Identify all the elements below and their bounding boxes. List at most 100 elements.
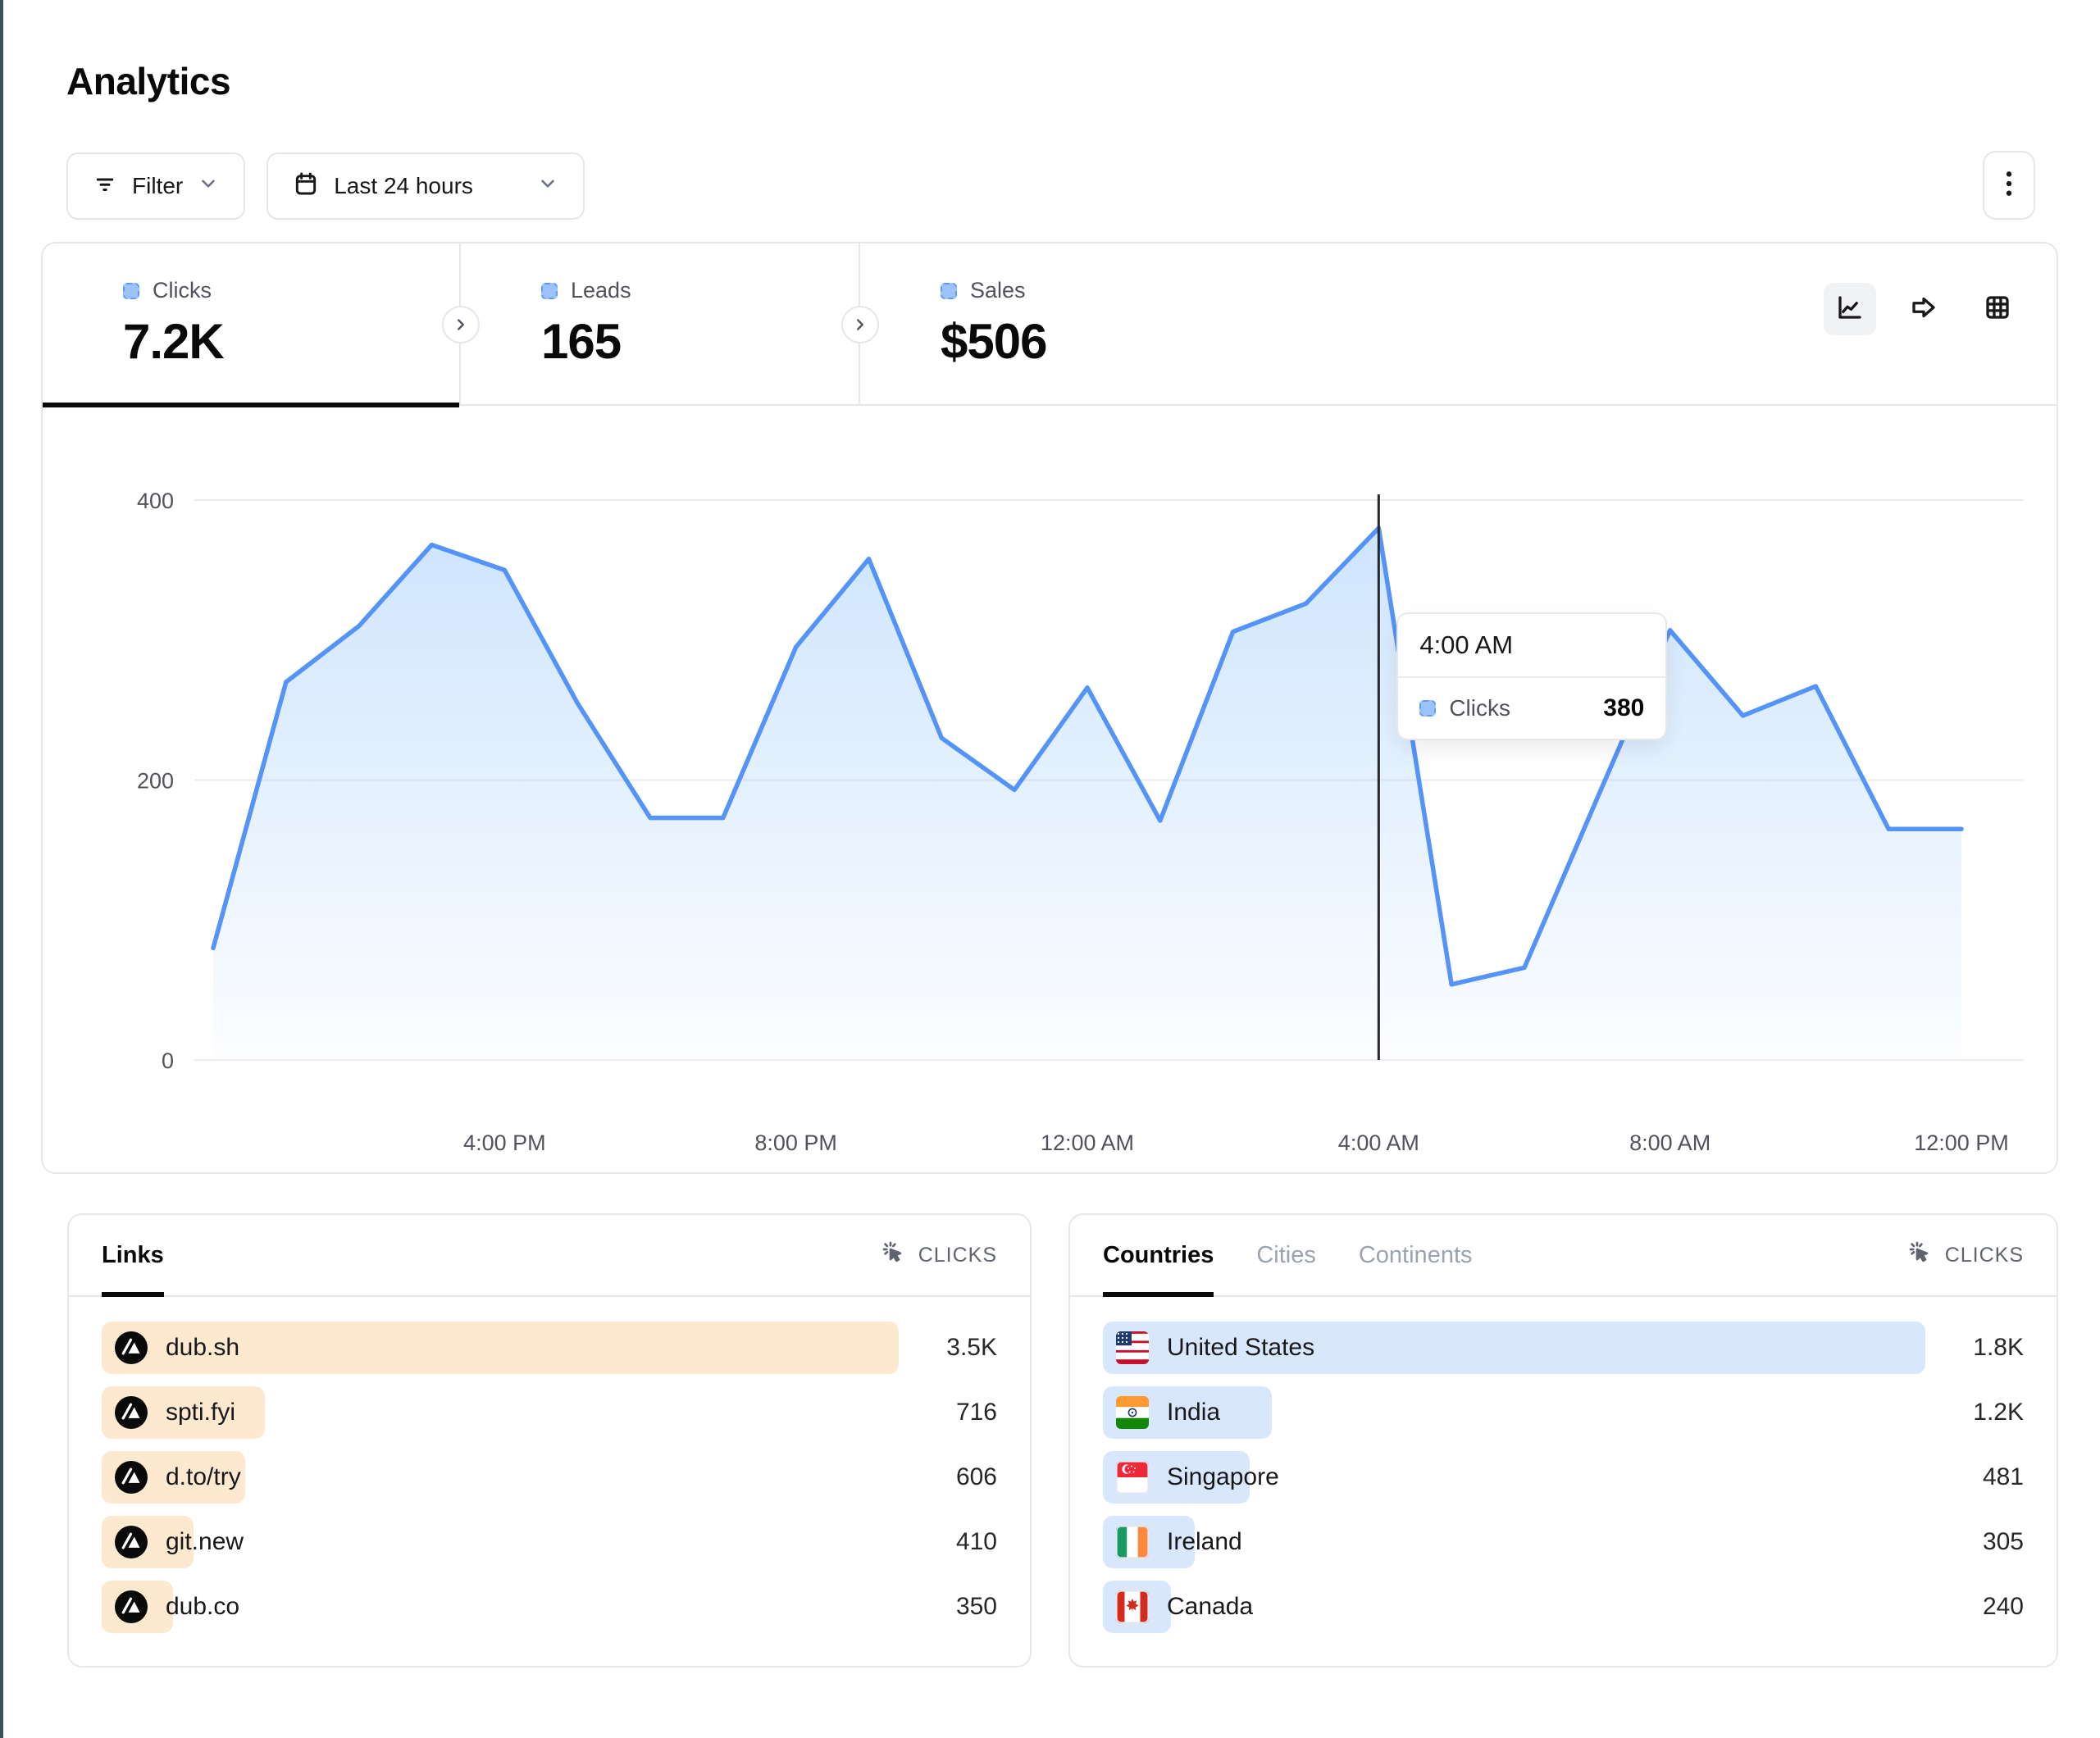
list-item-value: 606 <box>956 1451 997 1504</box>
line-chart-view-button[interactable] <box>1824 283 1876 335</box>
flag-us-icon <box>1116 1331 1149 1364</box>
countries-metric[interactable]: CLICKS <box>1907 1240 2024 1272</box>
filter-lines-icon <box>93 171 117 202</box>
svg-text:4:00 AM: 4:00 AM <box>1338 1131 1419 1155</box>
stat-tab-leads[interactable]: Leads 165 <box>461 243 860 404</box>
list-item-value: 481 <box>1983 1451 2024 1504</box>
flag-ie-icon <box>1116 1526 1149 1558</box>
countries-metric-label: CLICKS <box>1945 1244 2024 1267</box>
list-item-label: dub.sh <box>166 1334 239 1362</box>
svg-text:8:00 PM: 8:00 PM <box>754 1131 837 1155</box>
toolbar: Filter Last 24 hours <box>66 152 585 220</box>
list-item-value: 716 <box>956 1386 997 1439</box>
calendar-icon <box>293 171 319 202</box>
chart-view-switcher <box>1824 283 2024 335</box>
links-panel-header: Links CLICKS <box>69 1215 1030 1297</box>
page-title: Analytics <box>66 59 230 103</box>
stat-legend-square <box>541 283 558 299</box>
filter-button[interactable]: Filter <box>66 152 245 220</box>
flag-sg-icon <box>1116 1461 1149 1494</box>
list-item-label: d.to/try <box>166 1463 241 1491</box>
svg-text:200: 200 <box>137 769 174 794</box>
more-options-button[interactable] <box>1983 151 2035 220</box>
list-item-value: 1.2K <box>1973 1386 2024 1439</box>
cursor-click-icon <box>1907 1240 1934 1272</box>
links-tab-links[interactable]: Links <box>102 1215 164 1295</box>
cursor-click-icon <box>881 1240 907 1272</box>
links-list: dub.sh 3.5K spti.fyi 716 d.to/try 606 git.new 4… <box>69 1297 1030 1633</box>
table-view-button[interactable] <box>1971 283 2024 335</box>
list-item-dub-co[interactable]: dub.co 350 <box>102 1581 997 1633</box>
countries-panel-header: Countries Cities Continents CLICKS <box>1070 1215 2057 1297</box>
list-item-value: 1.8K <box>1973 1322 2024 1374</box>
tooltip-series-label: Clicks <box>1449 695 1510 721</box>
clicks-area-chart[interactable]: 02004004:00 PM8:00 PM12:00 AM4:00 AM8:00… <box>43 406 2057 1172</box>
list-item-united-states[interactable]: United States1.8K <box>1103 1322 2024 1374</box>
date-range-button[interactable]: Last 24 hours <box>266 152 585 220</box>
stat-legend-square <box>941 283 957 299</box>
links-tabs: Links <box>102 1215 164 1295</box>
svg-text:12:00 AM: 12:00 AM <box>1041 1131 1134 1155</box>
countries-panel: Countries Cities Continents CLICKS United … <box>1068 1213 2058 1667</box>
geo-tabs: Countries Cities Continents <box>1103 1215 1473 1295</box>
flag-in-icon <box>1116 1396 1149 1429</box>
filter-button-label: Filter <box>132 173 183 199</box>
geo-tab-countries[interactable]: Countries <box>1103 1215 1214 1295</box>
list-item-india[interactable]: India 1.2K <box>1103 1386 2024 1439</box>
flag-ca-icon <box>1116 1590 1149 1623</box>
list-item-value: 305 <box>1983 1516 2024 1568</box>
stat-value: 7.2K <box>123 313 459 370</box>
geo-tab-cities[interactable]: Cities <box>1256 1215 1316 1295</box>
svg-text:400: 400 <box>137 489 174 513</box>
line-chart-icon <box>1835 293 1865 326</box>
stats-row: Clicks7.2KLeads165Sales$506 <box>43 243 2057 406</box>
kebab-menu-icon <box>1997 167 2021 204</box>
stat-legend-square <box>123 283 139 299</box>
analytics-chart-card: Clicks7.2KLeads165Sales$506 <box>41 242 2058 1174</box>
funnel-view-button[interactable] <box>1897 283 1950 335</box>
svg-text:12:00 PM: 12:00 PM <box>1914 1131 2009 1155</box>
stat-value: 165 <box>541 313 859 370</box>
dub-logo-icon <box>115 1396 148 1429</box>
list-item-value: 350 <box>956 1581 997 1633</box>
svg-text:0: 0 <box>162 1049 174 1073</box>
list-item-value: 410 <box>956 1516 997 1568</box>
list-item-label: Singapore <box>1167 1463 1279 1491</box>
list-item-spti-fyi[interactable]: spti.fyi 716 <box>102 1386 997 1439</box>
page-left-edge <box>0 0 3 1738</box>
list-item-dub-sh[interactable]: dub.sh 3.5K <box>102 1322 997 1374</box>
tooltip-value: 380 <box>1603 694 1644 722</box>
stat-expand-button[interactable] <box>442 306 480 344</box>
links-metric[interactable]: CLICKS <box>881 1240 997 1272</box>
list-item-singapore[interactable]: Singapore 481 <box>1103 1451 2024 1504</box>
list-item-canada[interactable]: Canada 240 <box>1103 1581 2024 1633</box>
list-item-label: Canada <box>1167 1593 1253 1621</box>
dub-logo-icon <box>115 1590 148 1623</box>
list-item-git-new[interactable]: git.new 410 <box>102 1516 997 1568</box>
list-item-ireland[interactable]: Ireland 305 <box>1103 1516 2024 1568</box>
stat-label: Sales <box>970 278 1026 303</box>
list-item-label: dub.co <box>166 1593 239 1621</box>
list-item-label: India <box>1167 1399 1220 1426</box>
stat-label: Leads <box>571 278 631 303</box>
dub-logo-icon <box>115 1461 148 1494</box>
list-item-value: 240 <box>1983 1581 2024 1633</box>
chevron-down-icon <box>198 173 219 200</box>
geo-tab-continents[interactable]: Continents <box>1359 1215 1473 1295</box>
clicks-legend-square <box>1419 700 1436 717</box>
dub-logo-icon <box>115 1526 148 1558</box>
stat-label: Clicks <box>153 278 212 303</box>
list-item-label: git.new <box>166 1528 244 1556</box>
list-item-value: 3.5K <box>946 1322 997 1374</box>
svg-text:4:00 PM: 4:00 PM <box>463 1131 546 1155</box>
table-grid-icon <box>1983 293 2012 326</box>
tooltip-time: 4:00 AM <box>1398 614 1665 678</box>
list-item-d-to-try[interactable]: d.to/try 606 <box>102 1451 997 1504</box>
list-item-label: spti.fyi <box>166 1399 235 1426</box>
stat-tab-clicks[interactable]: Clicks 7.2K <box>43 243 461 404</box>
list-item-label: Ireland <box>1167 1528 1242 1556</box>
links-panel: Links CLICKS dub.sh 3.5K spti.fyi 716 d.to/t… <box>67 1213 1032 1667</box>
stat-expand-button[interactable] <box>841 306 879 344</box>
date-range-label: Last 24 hours <box>334 173 473 199</box>
chevron-down-icon <box>537 173 558 200</box>
